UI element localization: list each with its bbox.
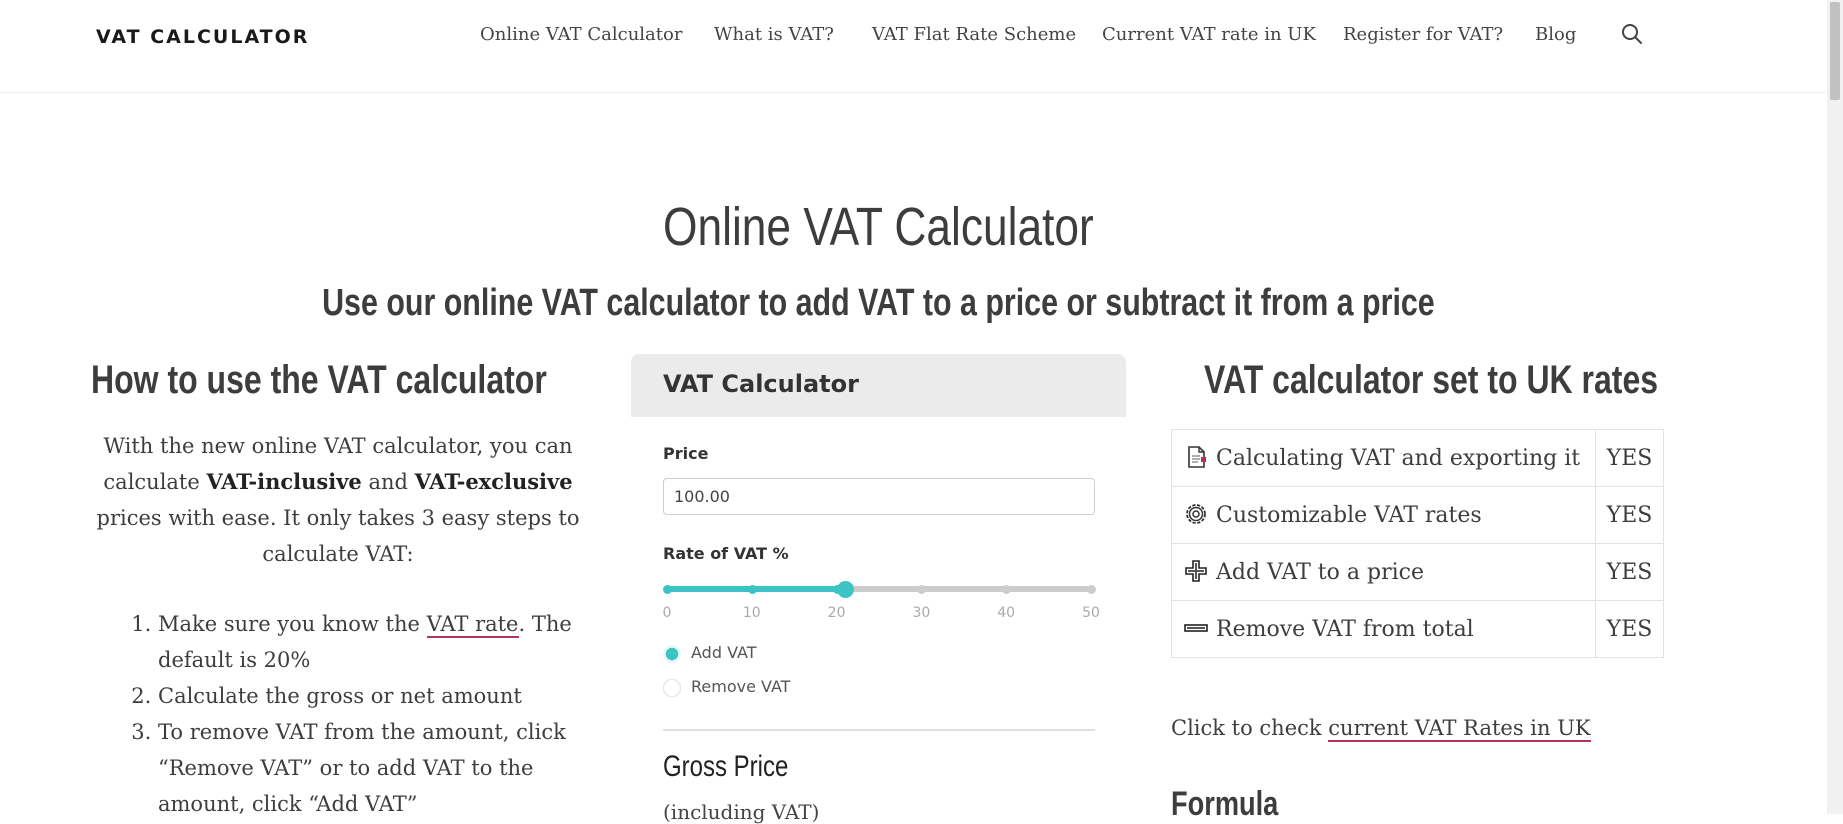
feature-cell: Remove VAT from total bbox=[1171, 600, 1596, 658]
intro-bold-vat-exclusive: VAT-exclusive bbox=[414, 469, 573, 494]
table-row: Remove VAT from total YES bbox=[1171, 600, 1664, 658]
nav-blog[interactable]: Blog bbox=[1535, 24, 1576, 45]
feature-cell: Customizable VAT rates bbox=[1171, 486, 1596, 544]
document-icon bbox=[1188, 445, 1206, 468]
minus-icon bbox=[1184, 623, 1208, 632]
remove-vat-label[interactable]: Remove VAT bbox=[691, 677, 790, 696]
slider-tick-label: 40 bbox=[997, 605, 1016, 621]
calculator-divider bbox=[663, 729, 1095, 731]
search-icon[interactable] bbox=[1620, 22, 1644, 46]
add-vat-radio[interactable] bbox=[663, 645, 681, 663]
check-rates-text: Click to check current VAT Rates in UK bbox=[1171, 716, 1591, 742]
slider-tick-label: 50 bbox=[1082, 605, 1100, 621]
slider-tick-label: 0 bbox=[662, 605, 672, 621]
remove-vat-radio[interactable] bbox=[663, 679, 681, 697]
plus-icon bbox=[1185, 559, 1207, 582]
nav-vat-flat-rate-scheme[interactable]: VAT Flat Rate Scheme bbox=[872, 24, 1076, 45]
nav-online-vat-calculator[interactable]: Online VAT Calculator bbox=[480, 24, 682, 45]
calculator-title: VAT Calculator bbox=[663, 370, 859, 398]
feature-value: YES bbox=[1595, 543, 1664, 601]
howto-title: How to use the VAT calculator bbox=[91, 358, 547, 402]
formula-title: Formula bbox=[1171, 785, 1279, 823]
table-row: Customizable VAT rates YES bbox=[1171, 486, 1664, 544]
feature-value: YES bbox=[1595, 486, 1664, 544]
intro-bold-vat-inclusive: VAT-inclusive bbox=[206, 469, 362, 494]
step-item: To remove VAT from the amount, click “Re… bbox=[158, 714, 618, 822]
vat-rate-link[interactable]: VAT rate bbox=[426, 612, 519, 638]
price-input[interactable] bbox=[663, 478, 1095, 515]
howto-intro: With the new online VAT calculator, you … bbox=[88, 428, 588, 572]
vat-rate-slider[interactable] bbox=[663, 581, 1096, 611]
page-title: Online VAT Calculator bbox=[663, 197, 1094, 257]
feature-cell: Calculating VAT and exporting it bbox=[1171, 429, 1596, 487]
current-vat-rates-link[interactable]: current VAT Rates in UK bbox=[1328, 716, 1591, 742]
feature-cell: Add VAT to a price bbox=[1171, 543, 1596, 601]
feature-label: Remove VAT from total bbox=[1216, 616, 1474, 642]
feature-label: Add VAT to a price bbox=[1216, 559, 1424, 585]
gross-price-title: Gross Price bbox=[663, 750, 789, 783]
features-title: VAT calculator set to UK rates bbox=[1204, 358, 1659, 402]
add-vat-label[interactable]: Add VAT bbox=[691, 643, 756, 662]
gear-icon bbox=[1186, 503, 1206, 524]
table-row: Calculating VAT and exporting it YES bbox=[1171, 429, 1664, 487]
feature-label: Customizable VAT rates bbox=[1216, 502, 1482, 528]
nav-what-is-vat[interactable]: What is VAT? bbox=[714, 24, 834, 45]
calculator-header: VAT Calculator bbox=[631, 354, 1126, 417]
slider-step-dot bbox=[1087, 585, 1096, 594]
scrollbar-thumb[interactable] bbox=[1830, 2, 1840, 100]
rate-label: Rate of VAT % bbox=[663, 544, 789, 563]
page-subtitle: Use our online VAT calculator to add VAT… bbox=[322, 282, 1435, 324]
site-header: VAT CALCULATOR Online VAT Calculator Wha… bbox=[0, 0, 1827, 93]
slider-tick-label: 30 bbox=[912, 605, 931, 621]
nav-current-vat-rate[interactable]: Current VAT rate in UK bbox=[1102, 24, 1316, 45]
step-item: Make sure you know the VAT rate. The def… bbox=[158, 606, 618, 678]
intro-text-3: prices with ease. It only takes 3 easy s… bbox=[96, 506, 580, 566]
vat-calculator-card: VAT Calculator Price Rate of VAT % 0 10 … bbox=[631, 354, 1126, 824]
slider-handle[interactable] bbox=[837, 581, 855, 598]
slider-step-dot bbox=[663, 585, 672, 594]
intro-text-2: and bbox=[361, 470, 415, 494]
price-label: Price bbox=[663, 444, 709, 463]
slider-tick-label: 20 bbox=[827, 605, 846, 621]
features-table: Calculating VAT and exporting it YES Cus… bbox=[1171, 429, 1664, 658]
page-scrollbar[interactable] bbox=[1827, 0, 1843, 814]
slider-step-dot bbox=[917, 585, 927, 594]
feature-value: YES bbox=[1595, 429, 1664, 487]
feature-value: YES bbox=[1595, 600, 1664, 658]
table-row: Add VAT to a price YES bbox=[1171, 543, 1664, 601]
main-nav: Online VAT Calculator What is VAT? VAT F… bbox=[0, 24, 1843, 54]
slider-tick-label: 10 bbox=[742, 605, 761, 621]
slider-step-dot bbox=[1002, 585, 1012, 594]
nav-register-for-vat[interactable]: Register for VAT? bbox=[1343, 24, 1503, 45]
step-item: Calculate the gross or net amount bbox=[158, 678, 618, 714]
howto-steps: Make sure you know the VAT rate. The def… bbox=[135, 606, 618, 822]
gross-price-subtitle: (including VAT) bbox=[663, 800, 820, 824]
slider-step-dot bbox=[747, 585, 757, 594]
feature-label: Calculating VAT and exporting it bbox=[1216, 445, 1581, 471]
